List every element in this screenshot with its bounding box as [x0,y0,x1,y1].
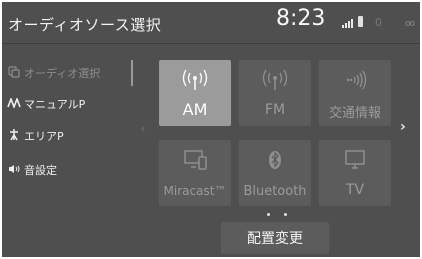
area-preset-icon [6,128,22,144]
page-indicator-dot [267,213,270,216]
radio-antenna-icon [239,68,311,96]
source-tile-traffic-info[interactable]: 交通情報 [319,60,391,126]
page-title: オーディオソース選択 [8,16,162,34]
sidebar-item-audio-select[interactable]: オーディオ選択 [6,62,100,84]
source-label: Bluetooth [243,184,307,199]
sidebar-item-sound-settings[interactable]: 音設定 [6,159,57,181]
audio-source-screen: オーディオソース選択 8:23 0 oo オーディオ選択 マニュアルP エリアP… [2,2,420,257]
layout-change-button[interactable]: 配置変更 [221,222,329,254]
page-next-button[interactable]: › [400,119,406,135]
selected-indicator [131,60,133,86]
speaker-icon [6,164,22,177]
source-label: AM [182,100,208,119]
tv-icon [319,148,391,176]
sidebar-item-label: エリアP [24,130,64,143]
source-tile-am[interactable]: AM [159,60,231,126]
bluetooth-icon [239,148,311,176]
connection-status-icon: oo [405,19,415,29]
miracast-icon [159,148,231,178]
source-label: TV [345,182,365,198]
sidebar-item-label: マニュアルP [24,98,86,111]
battery-icon [358,16,363,27]
header-divider [2,43,420,44]
status-indicator-icon: 0 [375,16,382,29]
source-tile-miracast[interactable]: Miracast™ [159,140,231,206]
source-tile-fm[interactable]: FM [239,60,311,126]
source-tile-tv[interactable]: TV [319,140,391,206]
source-label: 交通情報 [328,106,381,121]
sidebar-item-label: オーディオ選択 [24,67,101,80]
traffic-info-icon [319,68,391,96]
sidebar-item-manual-preset[interactable]: マニュアルP [6,93,85,115]
radio-antenna-icon [159,68,231,96]
source-label: Miracast™ [163,184,227,198]
source-label: FM [264,102,286,118]
sidebar-item-area-preset[interactable]: エリアP [6,125,64,147]
source-tile-bluetooth[interactable]: Bluetooth [239,140,311,206]
page-indicator-dot [284,213,287,216]
clock: 8:23 [276,6,326,31]
signal-icon [342,19,354,28]
audio-source-icon [6,65,22,81]
manual-preset-icon [6,96,22,111]
sidebar-item-label: 音設定 [24,164,57,177]
page-previous-button[interactable]: ‹ [141,122,145,135]
